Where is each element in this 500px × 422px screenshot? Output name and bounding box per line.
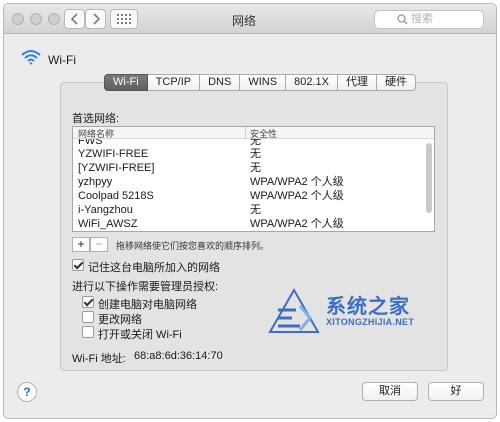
preferred-networks-table[interactable]: 网络名称 安全性 FWS 无 YZWIFI-FREE 无 [YZWIFI-FRE… xyxy=(72,126,435,232)
network-security: 无 xyxy=(250,162,261,174)
network-security: WPA/WPA2 个人级 xyxy=(250,190,344,202)
ok-button[interactable]: 好 xyxy=(428,382,484,401)
grid-icon xyxy=(117,14,131,24)
wifi-address-label: Wi-Fi 地址: xyxy=(72,353,126,365)
close-window-icon[interactable] xyxy=(12,13,24,25)
cancel-button[interactable]: 取消 xyxy=(362,382,418,401)
toggle-wifi-checkbox[interactable] xyxy=(82,326,94,338)
network-window: 网络 搜索 Wi-Fi Wi-Fi TCP/IP DNS WINS 802.1X… xyxy=(3,3,497,419)
table-header-overlay: 网络名称 安全性 xyxy=(73,127,434,139)
tab-wifi[interactable]: Wi-Fi xyxy=(104,74,148,91)
minimize-window-icon[interactable] xyxy=(30,13,42,25)
watermark-title: 系统之家 xyxy=(326,294,410,318)
network-security: 无 xyxy=(250,204,261,216)
show-all-button[interactable] xyxy=(110,9,138,29)
watermark-subtitle: XITONGZHIJIA.NET xyxy=(326,317,415,327)
network-security: WPA/WPA2 个人级 xyxy=(250,218,344,230)
create-computer-network-label[interactable]: 创建电脑对电脑网络 xyxy=(98,296,197,312)
network-name: [YZWIFI-FREE] xyxy=(78,162,155,174)
toggle-wifi-label[interactable]: 打开或关闭 Wi-Fi xyxy=(98,326,182,342)
remember-networks-label[interactable]: 记住这台电脑所加入的网络 xyxy=(88,259,220,275)
window-title: 网络 xyxy=(231,14,256,28)
search-icon xyxy=(397,14,408,25)
back-button[interactable] xyxy=(64,9,85,29)
network-name: i-Yangzhou xyxy=(78,204,133,216)
wifi-address-value: 68:a8:6d:36:14:70 xyxy=(134,350,223,362)
change-networks-checkbox[interactable] xyxy=(82,311,94,323)
scrollbar-thumb[interactable] xyxy=(426,143,432,213)
watermark-logo-icon xyxy=(268,287,320,333)
tab-tcpip[interactable]: TCP/IP xyxy=(147,74,201,91)
table-row[interactable]: WiFi_AWSZ WPA/WPA2 个人级 xyxy=(73,217,434,231)
forward-button[interactable] xyxy=(85,9,106,29)
tab-proxy[interactable]: 代理 xyxy=(337,74,377,91)
column-header-security-label: 安全性 xyxy=(250,129,278,139)
tab-dns[interactable]: DNS xyxy=(200,74,241,91)
interface-label: Wi-Fi xyxy=(48,53,76,67)
tab-wins[interactable]: WINS xyxy=(240,74,287,91)
search-input[interactable]: 搜索 xyxy=(374,10,484,29)
create-computer-network-checkbox[interactable] xyxy=(82,296,94,308)
table-row[interactable]: YZWIFI-FREE 无 xyxy=(73,147,434,162)
remove-network-button[interactable]: − xyxy=(90,237,108,252)
table-row[interactable]: [YZWIFI-FREE] 无 xyxy=(73,161,434,176)
add-network-button[interactable]: + xyxy=(72,237,90,252)
zoom-window-icon[interactable] xyxy=(48,13,60,25)
column-header-name-label: 网络名称 xyxy=(78,129,115,139)
network-security: WPA/WPA2 个人级 xyxy=(250,176,344,188)
table-row[interactable]: i-Yangzhou 无 xyxy=(73,203,434,218)
network-name: WiFi_AWSZ xyxy=(78,218,138,230)
chevron-left-icon xyxy=(70,13,78,25)
preferred-networks-heading: 首选网络: xyxy=(72,113,120,125)
table-row[interactable]: yzhpyy WPA/WPA2 个人级 xyxy=(73,175,434,190)
chevron-right-icon xyxy=(92,13,100,25)
admin-auth-heading: 进行以下操作需要管理员授权: xyxy=(72,281,219,293)
change-networks-label[interactable]: 更改网络 xyxy=(98,311,142,327)
search-placeholder: 搜索 xyxy=(411,13,433,25)
column-divider xyxy=(245,127,246,139)
network-security: 无 xyxy=(250,148,261,160)
network-name: Coolpad 5218S xyxy=(78,190,154,202)
remember-networks-checkbox[interactable] xyxy=(72,259,84,271)
title-bar: 网络 搜索 xyxy=(4,4,496,34)
network-name: YZWIFI-FREE xyxy=(78,148,149,160)
help-button[interactable]: ? xyxy=(17,382,37,402)
tab-bar: Wi-Fi TCP/IP DNS WINS 802.1X 代理 硬件 xyxy=(104,74,416,91)
tab-hardware[interactable]: 硬件 xyxy=(376,74,416,91)
watermark: 系统之家 XITONGZHIJIA.NET xyxy=(266,284,426,344)
network-name: yzhpyy xyxy=(78,176,113,188)
wifi-icon xyxy=(21,50,41,65)
reorder-hint: 拖移网络使它们按您喜欢的顺序排列。 xyxy=(116,241,270,251)
table-row[interactable]: Coolpad 5218S WPA/WPA2 个人级 xyxy=(73,189,434,204)
tab-8021x[interactable]: 802.1X xyxy=(286,74,338,91)
